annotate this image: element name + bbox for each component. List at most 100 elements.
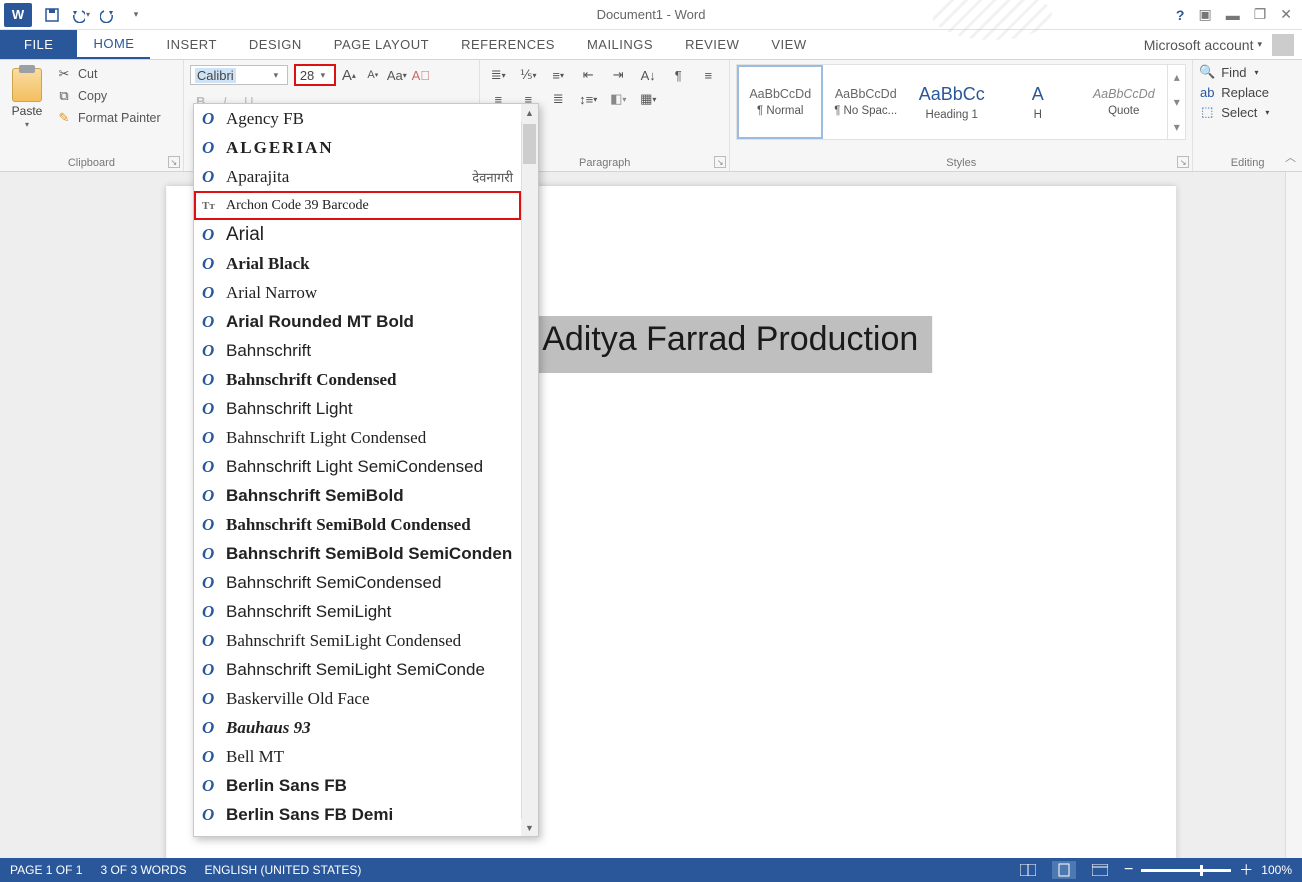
align-left-button[interactable]: ≡ <box>696 64 720 86</box>
read-mode-icon[interactable] <box>1016 861 1040 879</box>
replace-button[interactable]: abReplace <box>1199 84 1296 100</box>
multilevel-list-button[interactable]: ≡▾ <box>546 64 570 86</box>
redo-icon[interactable] <box>98 5 118 25</box>
save-icon[interactable] <box>42 5 62 25</box>
find-button[interactable]: 🔍Find▾ <box>1199 64 1296 80</box>
decrease-indent-button[interactable]: ⇤ <box>576 64 600 86</box>
language-indicator[interactable]: ENGLISH (UNITED STATES) <box>204 863 361 877</box>
ribbon-display-options-icon[interactable]: ▣ <box>1198 6 1211 23</box>
shading-button[interactable]: ◧▾ <box>606 88 630 110</box>
borders-button[interactable]: ▦▾ <box>636 88 660 110</box>
font-option-arial-black[interactable]: OArial Black <box>194 249 521 278</box>
font-option-algerian[interactable]: OALGERIAN <box>194 133 521 162</box>
font-option-arial[interactable]: OArial <box>194 220 521 249</box>
undo-icon[interactable]: ▾ <box>70 5 90 25</box>
maximize-icon[interactable]: ❐ <box>1254 6 1267 23</box>
font-option-bahnschrift-semilight-condensed[interactable]: OBahnschrift SemiLight Condensed <box>194 626 521 655</box>
font-option-bahnschrift-light-semicondensed[interactable]: OBahnschrift Light SemiCondensed <box>194 452 521 481</box>
qat-customize-icon[interactable]: ▾ <box>126 5 146 25</box>
font-option-arial-narrow[interactable]: OArial Narrow <box>194 278 521 307</box>
style--no-spac-[interactable]: AaBbCcDd¶ No Spac... <box>823 65 909 139</box>
clipboard-launcher-icon[interactable]: ↘ <box>168 156 180 168</box>
sort-button[interactable]: A↓ <box>636 64 660 86</box>
word-app-icon: W <box>4 3 32 27</box>
font-option-bahnschrift-semibold[interactable]: OBahnschrift SemiBold <box>194 481 521 510</box>
selected-text[interactable]: Aditya Farrad Production <box>536 316 932 373</box>
page-indicator[interactable]: PAGE 1 OF 1 <box>10 863 82 877</box>
numbering-button[interactable]: ⅕▾ <box>516 64 540 86</box>
help-icon[interactable]: ? <box>1176 7 1185 23</box>
scroll-up-icon[interactable]: ▲ <box>521 104 538 121</box>
close-icon[interactable]: ✕ <box>1280 6 1292 23</box>
clear-formatting-button[interactable]: A⃠ <box>410 64 432 86</box>
font-option-berlin-sans-fb-demi[interactable]: OBerlin Sans FB Demi <box>194 800 521 829</box>
account-avatar-icon[interactable] <box>1272 34 1294 56</box>
font-option-aparajita[interactable]: OAparajitaदेवनागरी <box>194 162 521 191</box>
scroll-thumb[interactable] <box>523 124 536 164</box>
copy-button[interactable]: ⧉Copy <box>54 86 163 106</box>
zoom-percent[interactable]: 100% <box>1261 863 1292 877</box>
font-size-dropdown-icon[interactable]: ▾ <box>316 70 330 81</box>
font-option-arial-rounded-mt-bold[interactable]: OArial Rounded MT Bold <box>194 307 521 336</box>
increase-indent-button[interactable]: ⇥ <box>606 64 630 86</box>
font-option-bahnschrift-semibold-semiconden[interactable]: OBahnschrift SemiBold SemiConden <box>194 539 521 568</box>
tab-review[interactable]: REVIEW <box>669 30 755 59</box>
font-option-archon-code-39-barcode[interactable]: TᴛArchon Code 39 Barcode <box>194 191 521 220</box>
cut-button[interactable]: ✂Cut <box>54 64 163 84</box>
zoom-out-button[interactable]: − <box>1124 861 1133 879</box>
styles-more-button[interactable]: ▴▾▾ <box>1167 65 1185 139</box>
line-spacing-button[interactable]: ↕≡▾ <box>576 88 600 110</box>
font-option-bahnschrift-light-condensed[interactable]: OBahnschrift Light Condensed <box>194 423 521 452</box>
change-case-button[interactable]: Aa▾ <box>386 64 408 86</box>
paste-button[interactable]: Paste ▾ <box>6 64 48 129</box>
vertical-scrollbar[interactable] <box>1285 172 1302 858</box>
tab-insert[interactable]: INSERT <box>150 30 232 59</box>
style-quote[interactable]: AaBbCcDdQuote <box>1081 65 1167 139</box>
font-option-bahnschrift-semilight-semiconde[interactable]: OBahnschrift SemiLight SemiConde <box>194 655 521 684</box>
font-dropdown-scrollbar[interactable] <box>521 104 538 836</box>
tab-page-layout[interactable]: PAGE LAYOUT <box>318 30 445 59</box>
style-heading-1[interactable]: AaBbCcHeading 1 <box>909 65 995 139</box>
style--normal[interactable]: AaBbCcDd¶ Normal <box>737 65 823 139</box>
font-option-berlin-sans-fb[interactable]: OBerlin Sans FB <box>194 771 521 800</box>
grow-font-button[interactable]: A▴ <box>338 64 360 86</box>
tab-mailings[interactable]: MAILINGS <box>571 30 669 59</box>
shrink-font-button[interactable]: A▾ <box>362 64 384 86</box>
font-name-input[interactable]: Calibri▾ <box>190 65 288 85</box>
show-marks-button[interactable]: ¶ <box>666 64 690 86</box>
account-menu[interactable]: Microsoft account▾ <box>1144 37 1262 53</box>
collapse-ribbon-icon[interactable]: ︿ <box>1285 149 1296 165</box>
font-option-bahnschrift-condensed[interactable]: OBahnschrift Condensed <box>194 365 521 394</box>
paragraph-launcher-icon[interactable]: ↘ <box>714 156 726 168</box>
tab-home[interactable]: HOME <box>77 30 150 59</box>
web-layout-icon[interactable] <box>1088 861 1112 879</box>
font-option-bahnschrift-semicondensed[interactable]: OBahnschrift SemiCondensed <box>194 568 521 597</box>
print-layout-icon[interactable] <box>1052 861 1076 879</box>
font-size-input[interactable]: 28▾ <box>294 64 336 86</box>
zoom-slider[interactable] <box>1141 869 1231 872</box>
font-option-baskerville-old-face[interactable]: OBaskerville Old Face <box>194 684 521 713</box>
font-option-bahnschrift[interactable]: OBahnschrift <box>194 336 521 365</box>
tab-file[interactable]: FILE <box>0 30 77 59</box>
tab-view[interactable]: VIEW <box>755 30 822 59</box>
format-painter-button[interactable]: ✎Format Painter <box>54 108 163 128</box>
font-option-bahnschrift-semilight[interactable]: OBahnschrift SemiLight <box>194 597 521 626</box>
scroll-down-icon[interactable]: ▼ <box>521 819 538 836</box>
font-option-bahnschrift-light[interactable]: OBahnschrift Light <box>194 394 521 423</box>
tab-design[interactable]: DESIGN <box>233 30 318 59</box>
font-option-bell-mt[interactable]: OBell MT <box>194 742 521 771</box>
justify-button[interactable]: ≣ <box>546 88 570 110</box>
font-option-bauhaus-93[interactable]: OBauhaus 93 <box>194 713 521 742</box>
font-option-agency-fb[interactable]: OAgency FB <box>194 104 521 133</box>
select-button[interactable]: ⬚Select▾ <box>1199 104 1296 120</box>
minimize-icon[interactable]: ▬ <box>1226 7 1240 23</box>
font-option-bahnschrift-semibold-condensed[interactable]: OBahnschrift SemiBold Condensed <box>194 510 521 539</box>
font-type-icon: O <box>202 225 218 245</box>
word-count[interactable]: 3 OF 3 WORDS <box>100 863 186 877</box>
tab-references[interactable]: REFERENCES <box>445 30 571 59</box>
styles-launcher-icon[interactable]: ↘ <box>1177 156 1189 168</box>
font-name-dropdown-icon[interactable]: ▾ <box>269 70 283 81</box>
style-h[interactable]: AH <box>995 65 1081 139</box>
bullets-button[interactable]: ≣▾ <box>486 64 510 86</box>
zoom-in-button[interactable]: ＋ <box>1239 860 1253 880</box>
